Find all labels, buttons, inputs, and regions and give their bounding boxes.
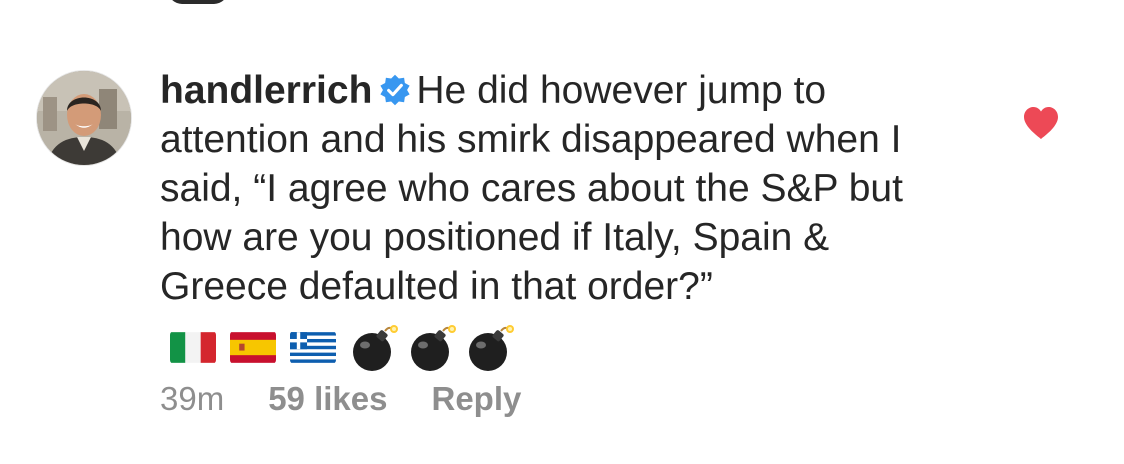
comment-time: 39m bbox=[160, 380, 225, 417]
bomb-icon bbox=[353, 324, 398, 371]
flag-greece-icon bbox=[290, 332, 336, 364]
flag-italy-icon bbox=[170, 332, 216, 364]
reply-button[interactable]: Reply bbox=[431, 380, 521, 417]
heart-icon[interactable] bbox=[1022, 106, 1060, 140]
emoji-row bbox=[170, 321, 524, 374]
likes-count[interactable]: 59 likes bbox=[268, 380, 387, 417]
verified-badge-icon bbox=[380, 74, 411, 106]
comment-body: handlerrich He did however jump to atten… bbox=[160, 66, 920, 374]
flag-spain-icon bbox=[230, 332, 276, 364]
comment-meta: 39m 59 likes Reply bbox=[160, 380, 565, 418]
comment-username[interactable]: handlerrich bbox=[160, 69, 372, 112]
bomb-icon bbox=[411, 324, 456, 371]
avatar-photo bbox=[37, 71, 131, 165]
bomb-icon bbox=[469, 324, 514, 371]
previous-avatar-edge bbox=[168, 0, 228, 4]
avatar[interactable] bbox=[37, 71, 131, 165]
